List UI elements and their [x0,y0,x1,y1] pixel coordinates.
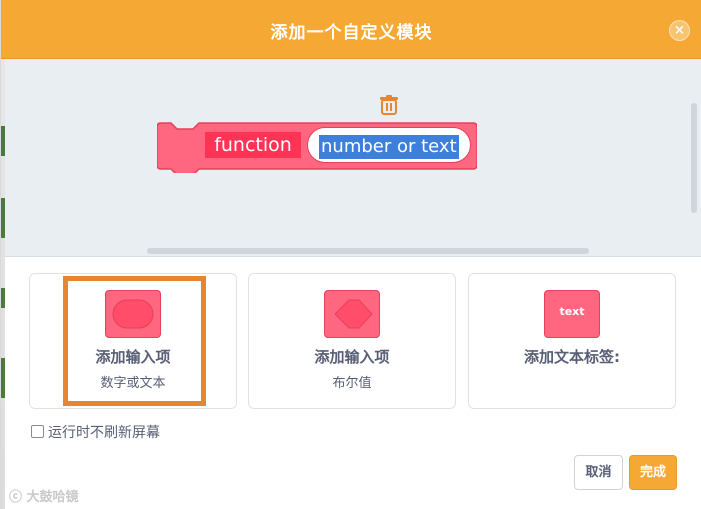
block-input-slot[interactable]: number or text [307,127,471,163]
run-without-refresh-option[interactable]: 运行时不刷新屏幕 [31,424,160,442]
add-boolean-input-card[interactable]: 添加输入项 布尔值 [248,273,456,409]
ok-button[interactable]: 完成 [629,455,677,490]
block-function-label[interactable]: function [205,132,301,158]
run-without-refresh-checkbox[interactable] [31,425,44,438]
block-input-text[interactable]: number or text [318,134,460,160]
custom-block-dialog: 添加一个自定义模块 × function number or text 添加输入… [0,0,701,509]
checkbox-label: 运行时不刷新屏幕 [48,425,160,441]
dialog-title: 添加一个自定义模块 [270,23,433,43]
custom-block-preview[interactable]: function number or text [157,121,477,173]
block-preview-workspace[interactable]: function number or text [5,59,701,257]
input-options: 添加输入项 数字或文本 添加输入项 布尔值 text 添加文本标签: [5,257,701,417]
add-number-text-input-card[interactable]: 添加输入项 数字或文本 [29,273,237,409]
card-title: 添加输入项 [314,348,390,366]
hexagon-input-shape-icon [324,290,380,338]
watermark-logo-icon: ⓒ [9,490,23,505]
text-label-icon: text [544,290,600,338]
add-text-label-card[interactable]: text 添加文本标签: [468,273,676,409]
close-button[interactable]: × [669,20,690,41]
cancel-button[interactable]: 取消 [574,455,623,490]
watermark: ⓒ 大鼓哈镜 [9,490,79,505]
horizontal-scrollbar[interactable] [147,248,589,254]
card-subtitle: 数字或文本 [100,376,166,391]
rounded-input-shape-icon [105,290,161,338]
trash-icon[interactable] [380,95,398,115]
card-title: 添加文本标签: [524,348,620,366]
vertical-scrollbar[interactable] [691,103,697,213]
card-subtitle: 布尔值 [332,376,372,391]
dialog-header: 添加一个自定义模块 × [1,0,701,59]
card-title: 添加输入项 [95,348,171,366]
close-icon: × [674,23,685,38]
